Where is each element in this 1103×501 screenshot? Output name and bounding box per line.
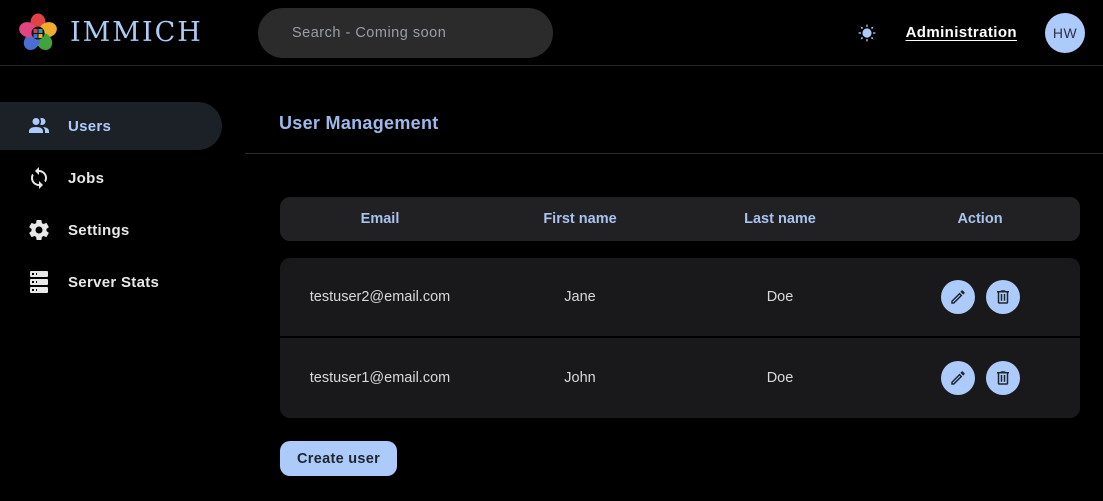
user-avatar[interactable]: HW [1045,13,1085,53]
cell-last-name: Doe [680,289,880,305]
sidebar-item-label: Users [68,118,111,135]
theme-toggle-button[interactable] [856,22,878,44]
sidebar-item-server-stats[interactable]: Server Stats [0,258,222,306]
server-icon [27,270,51,294]
trash-icon [994,288,1012,306]
navbar-right-group: Administration HW [856,13,1085,53]
users-icon [27,114,51,138]
table-row: testuser1@email.com John Doe [280,338,1080,418]
sidebar-item-users[interactable]: Users [0,102,222,150]
cell-actions [880,280,1080,314]
cell-first-name: John [480,370,680,386]
administration-link[interactable]: Administration [906,24,1017,41]
table-row: testuser2@email.com Jane Doe [280,258,1080,338]
edit-user-button[interactable] [941,361,975,395]
sidebar-item-jobs[interactable]: Jobs [0,154,222,202]
column-header-email: Email [280,211,480,227]
delete-user-button[interactable] [986,280,1020,314]
admin-sidebar: Users Jobs Settings Ser [0,66,245,500]
sidebar-item-label: Settings [68,222,130,239]
search-input[interactable] [258,8,553,58]
user-table: Email First name Last name Action testus… [280,197,1080,418]
pencil-icon [949,369,967,387]
cell-email: testuser2@email.com [280,289,480,305]
sun-icon [856,22,878,44]
sync-icon [27,166,51,190]
app-title: IMMICH [70,17,203,48]
cell-email: testuser1@email.com [280,370,480,386]
column-header-last-name: Last name [680,211,880,227]
cell-actions [880,361,1080,395]
cell-first-name: Jane [480,289,680,305]
top-navbar: IMMICH Administration HW [0,0,1103,66]
pencil-icon [949,288,967,306]
app-brand: IMMICH [16,11,258,55]
sidebar-item-label: Jobs [68,170,104,187]
column-header-action: Action [880,211,1080,227]
delete-user-button[interactable] [986,361,1020,395]
edit-user-button[interactable] [941,280,975,314]
table-body: testuser2@email.com Jane Doe [280,258,1080,418]
sidebar-item-label: Server Stats [68,274,159,291]
table-header-row: Email First name Last name Action [280,197,1080,241]
trash-icon [994,369,1012,387]
cell-last-name: Doe [680,370,880,386]
sidebar-item-settings[interactable]: Settings [0,206,222,254]
immich-flower-logo-icon [16,11,60,55]
page-title: User Management [279,113,1103,134]
title-divider [245,153,1103,154]
create-user-button[interactable]: Create user [280,441,397,476]
main-content: User Management Email First name Last na… [245,66,1103,500]
gear-icon [27,218,51,242]
column-header-first-name: First name [480,211,680,227]
